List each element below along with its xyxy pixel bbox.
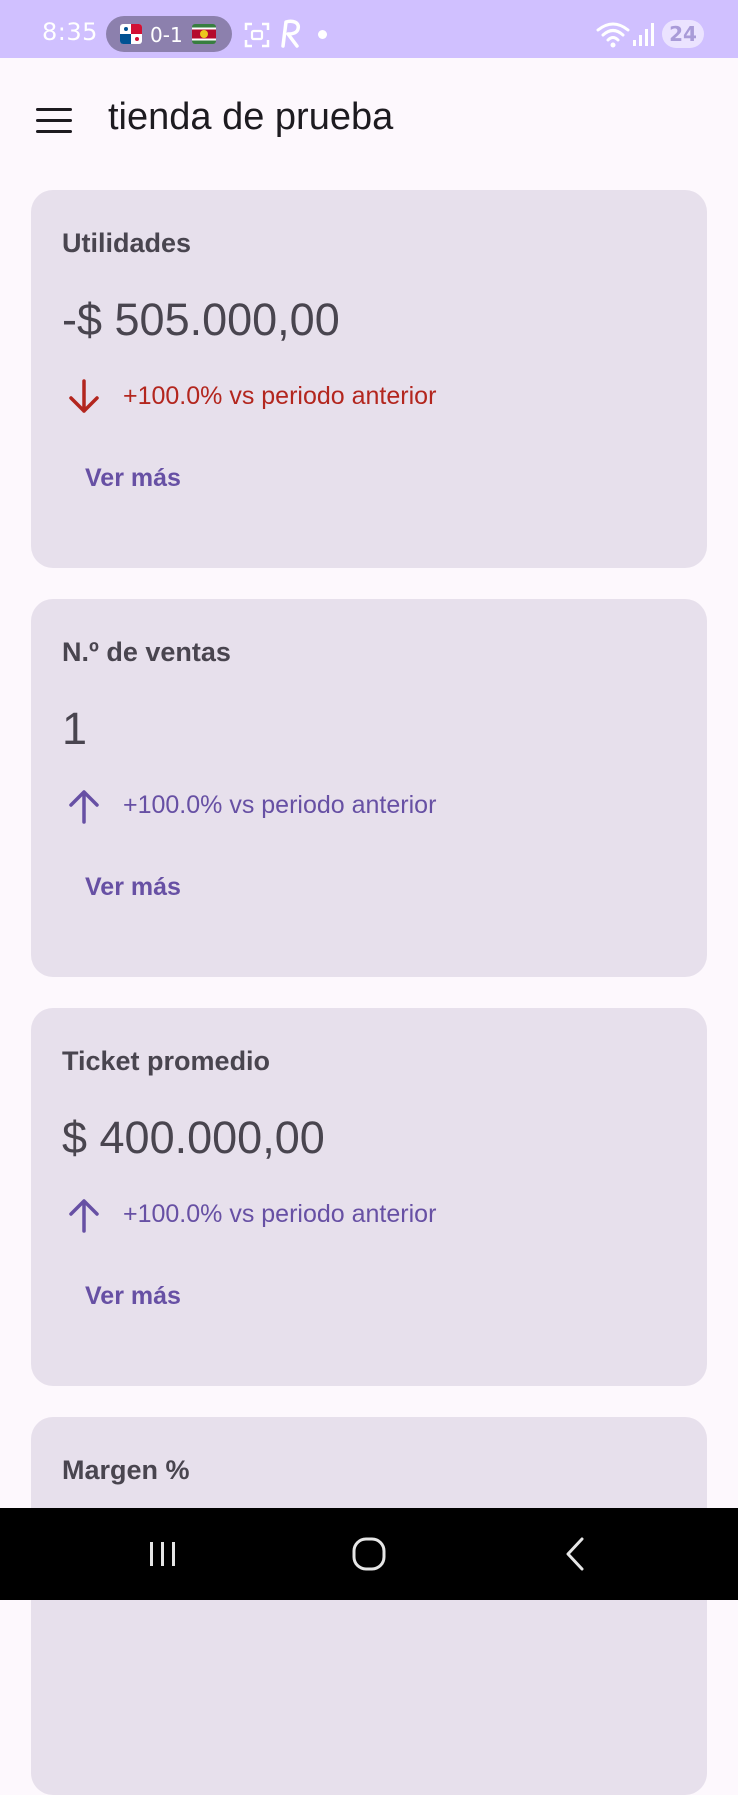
metric-card-ticket-promedio: Ticket promedio $ 400.000,00 +100.0% vs … <box>31 1008 707 1386</box>
card-title: Ticket promedio <box>62 1046 271 1076</box>
recent-apps-icon[interactable] <box>140 1534 186 1574</box>
arrow-down-icon <box>69 379 99 413</box>
metric-card-ventas: N.º de ventas 1 +100.0% vs periodo anter… <box>31 599 707 977</box>
arrow-up-icon <box>69 790 99 824</box>
system-navigation-bar <box>0 1508 738 1600</box>
card-title: Utilidades <box>62 228 192 258</box>
notification-dot-icon <box>318 30 327 39</box>
card-value: $ 400.000,00 <box>62 1112 325 1163</box>
trend-text: +100.0% vs periodo anterior <box>123 791 437 819</box>
screenshot-icon <box>244 22 270 48</box>
suriname-flag-icon <box>192 24 216 44</box>
arrow-up-icon <box>69 1199 99 1233</box>
card-title: Margen % <box>62 1455 190 1485</box>
see-more-button[interactable]: Ver más <box>75 1276 191 1317</box>
top-app-bar: tienda de prueba <box>0 58 738 182</box>
card-value: -$ 505.000,00 <box>62 294 340 345</box>
metric-card-utilidades: Utilidades -$ 505.000,00 +100.0% vs peri… <box>31 190 707 568</box>
live-score-pill[interactable]: 0-1 <box>106 16 232 52</box>
menu-icon[interactable] <box>36 108 72 134</box>
card-value: 1 <box>62 703 88 754</box>
back-icon[interactable] <box>554 1534 600 1574</box>
live-score-text: 0-1 <box>150 23 183 47</box>
wifi-icon <box>596 22 630 48</box>
trend-text: +100.0% vs periodo anterior <box>123 1200 437 1228</box>
battery-level: 24 <box>662 20 704 48</box>
see-more-button[interactable]: Ver más <box>75 458 191 499</box>
signal-icon <box>633 23 654 46</box>
home-icon[interactable] <box>346 1534 392 1574</box>
see-more-button[interactable]: Ver más <box>75 867 191 908</box>
page-title: tienda de prueba <box>108 96 394 138</box>
card-title: N.º de ventas <box>62 637 231 667</box>
status-time: 8:35 <box>42 18 98 46</box>
status-bar: 8:35 0-1 24 <box>0 0 738 58</box>
trend-text: +100.0% vs periodo anterior <box>123 382 437 410</box>
panama-flag-icon <box>120 24 142 44</box>
app-r-icon <box>281 19 301 48</box>
metric-card-margen: Margen % <box>31 1417 707 1795</box>
